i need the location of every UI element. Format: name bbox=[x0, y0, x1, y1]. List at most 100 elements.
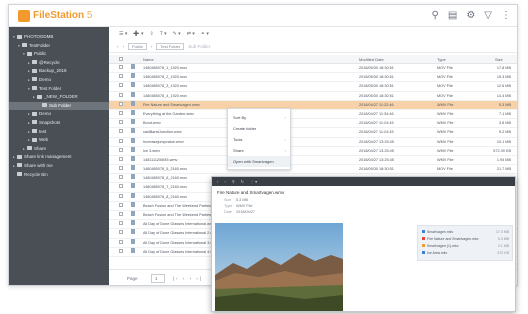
tools-icon[interactable]: T ▾ bbox=[160, 31, 167, 37]
row-checkbox[interactable] bbox=[119, 138, 123, 147]
forward-icon[interactable]: › bbox=[224, 179, 225, 184]
zoom-icon[interactable]: ⚲ bbox=[232, 179, 235, 184]
view-icon[interactable]: ☰ ▾ bbox=[119, 31, 127, 37]
sidebar-item[interactable]: ▸ Snapshots bbox=[9, 119, 109, 128]
sidebar-item[interactable]: ▾ Test Folder bbox=[9, 85, 109, 94]
more-icon[interactable]: ⋮ ▾ bbox=[250, 179, 257, 184]
sidebar-item[interactable]: Sub Folder bbox=[9, 101, 109, 111]
related-file-item[interactable]: Ice Area.mkv 572 KB bbox=[418, 250, 512, 257]
more-icon[interactable]: ⋮ bbox=[501, 10, 511, 22]
row-checkbox[interactable] bbox=[119, 147, 123, 156]
file-size: 7.1 MB bbox=[498, 111, 511, 116]
file-name: Bond.wmv bbox=[143, 121, 161, 126]
back-icon[interactable]: ‹ bbox=[117, 44, 119, 49]
row-checkbox[interactable] bbox=[119, 156, 123, 165]
sidebar-item[interactable]: ▸ Demo bbox=[9, 110, 109, 119]
file-icon bbox=[131, 82, 135, 91]
table-row[interactable]: Increasejumpvalue.wmv 2018/04/27 13:25:45… bbox=[109, 137, 517, 147]
context-menu-item[interactable]: Open with Smartvagen bbox=[228, 156, 290, 167]
column-type[interactable]: Type bbox=[437, 55, 446, 64]
context-menu-item[interactable]: Tools › bbox=[228, 134, 290, 145]
forward-icon[interactable]: › bbox=[123, 44, 125, 49]
row-checkbox[interactable] bbox=[119, 211, 123, 220]
sidebar-item[interactable]: ▸ Backup_2018 bbox=[9, 67, 109, 76]
table-row[interactable]: Ice 3.wmv 2018/04/27 13:25:45 WMV File 572.… bbox=[109, 146, 517, 156]
breadcrumb-home[interactable]: Public bbox=[128, 43, 147, 50]
row-checkbox[interactable] bbox=[119, 64, 123, 73]
row-checkbox[interactable] bbox=[119, 174, 123, 183]
row-checkbox[interactable] bbox=[119, 110, 123, 119]
action-icon[interactable]: ✎ ▾ bbox=[173, 31, 181, 37]
context-menu-item[interactable]: Create folder bbox=[228, 123, 290, 134]
breadcrumb-current[interactable]: Test Folder bbox=[156, 43, 185, 50]
sidebar-item[interactable]: ▸ Share with me bbox=[9, 162, 109, 171]
row-checkbox[interactable] bbox=[119, 220, 123, 229]
row-checkbox[interactable] bbox=[119, 239, 123, 248]
file-icon bbox=[131, 109, 135, 119]
context-menu-label: Open with Smartvagen bbox=[233, 159, 274, 164]
related-file-item[interactable]: Smartvagen.mkv 17.0 MB bbox=[418, 229, 512, 236]
column-modified[interactable]: Modified Date bbox=[359, 55, 384, 64]
table-row[interactable]: 1480485078_2_1920.mov 2018/05/30 18:30:51… bbox=[109, 73, 517, 83]
table-row[interactable]: 1480485078_3_1920.mov 2018/05/30 18:30:51… bbox=[109, 82, 517, 92]
folder-icon bbox=[22, 43, 27, 48]
row-checkbox[interactable] bbox=[119, 202, 123, 211]
related-file-item[interactable]: Fire Nature and Smartvagen.mkv 5.3 MB bbox=[418, 236, 512, 243]
row-checkbox[interactable] bbox=[119, 119, 123, 128]
table-row[interactable]: Fire Nature and Smartvagen.wmv 2018/04/27… bbox=[109, 100, 517, 110]
sidebar-item[interactable]: ▾ PHOTOGDMB bbox=[9, 33, 109, 42]
table-row[interactable]: casiBaratJunction.wmv 2018/04/27 11:24:45… bbox=[109, 128, 517, 138]
new-folder-icon[interactable]: ➕ ▾ bbox=[133, 31, 143, 37]
select-all-checkbox[interactable] bbox=[119, 55, 123, 64]
breadcrumb-extra[interactable]: Sub Folder bbox=[188, 44, 210, 49]
search-icon[interactable]: ⚲ bbox=[432, 10, 439, 22]
table-row[interactable]: 1481111206M3.wmv 2018/04/27 13:25:45 WMV F… bbox=[109, 155, 517, 166]
page-input[interactable] bbox=[151, 274, 165, 283]
context-menu-item[interactable]: Share › bbox=[228, 145, 290, 156]
table-row[interactable]: 1480485078_4_1920.mov 2018/05/30 18:30:51… bbox=[109, 91, 517, 101]
row-checkbox[interactable] bbox=[119, 248, 123, 257]
sidebar-item-label: PHOTOGDMB bbox=[24, 34, 54, 39]
row-checkbox[interactable] bbox=[119, 73, 123, 82]
file-name: 1480485078_6_2160.mov bbox=[143, 176, 188, 181]
sidebar-item[interactable]: ▸ _NEW_FOLDER bbox=[9, 93, 109, 102]
context-menu-item[interactable]: Sort By › bbox=[228, 112, 290, 123]
rotate-icon[interactable]: ↻ bbox=[241, 179, 244, 184]
video-frame-image[interactable] bbox=[215, 223, 343, 311]
column-size[interactable]: Size bbox=[495, 55, 503, 64]
sidebar-item[interactable]: ▾ Public bbox=[9, 50, 109, 59]
settings-icon[interactable]: ⚙ bbox=[466, 10, 475, 22]
row-checkbox[interactable] bbox=[119, 101, 123, 110]
filter-icon[interactable]: ▽ bbox=[484, 10, 492, 22]
back-icon[interactable]: ‹ bbox=[217, 179, 218, 184]
row-checkbox[interactable] bbox=[119, 165, 123, 174]
sidebar-item[interactable]: ▸ test bbox=[9, 128, 109, 137]
page-nav-buttons[interactable]: |‹ ‹ › ›| bbox=[173, 276, 203, 281]
related-file-label: Ice Area.mkv bbox=[427, 251, 448, 255]
related-file-size: 5.3 MB bbox=[497, 237, 509, 241]
row-checkbox[interactable] bbox=[119, 92, 123, 101]
sidebar-item[interactable]: ▾ TestFolder bbox=[9, 42, 109, 51]
queue-icon[interactable]: ▤ bbox=[448, 10, 457, 22]
sidebar-item-label: Sub Folder bbox=[49, 102, 72, 108]
remote-icon[interactable]: ⚭ ▾ bbox=[201, 31, 209, 37]
related-file-item[interactable]: Smartvagen (1).mkv 2.1 MB bbox=[418, 243, 512, 250]
row-checkbox[interactable] bbox=[119, 193, 123, 202]
sidebar-item[interactable]: Recycle Bin bbox=[9, 171, 109, 180]
row-checkbox[interactable] bbox=[119, 183, 123, 192]
table-row[interactable]: 1480485078_5_2160.mov 2018/05/30 18:30:51… bbox=[109, 165, 517, 175]
row-checkbox[interactable] bbox=[119, 229, 123, 238]
table-row[interactable]: 1480485078_1_1920.mov 2018/05/30 18:30:51… bbox=[109, 64, 517, 74]
sidebar-item[interactable]: ▸ @Recycle bbox=[9, 59, 109, 68]
share-icon[interactable]: ⇄ ▾ bbox=[187, 31, 195, 37]
sidebar-item[interactable]: ▸ Share link management bbox=[9, 153, 109, 162]
table-row[interactable]: Everything at the Garden.wmv 2018/04/27 1… bbox=[109, 109, 517, 120]
sidebar-item[interactable]: ▸ Web bbox=[9, 136, 109, 145]
table-row[interactable]: Bond.wmv 2018/04/27 11:24:45 WMV File 3.8 M… bbox=[109, 119, 517, 129]
upload-icon[interactable]: ⇧ bbox=[150, 31, 154, 37]
row-checkbox[interactable] bbox=[119, 128, 123, 137]
column-name[interactable]: Name bbox=[143, 55, 154, 64]
sidebar-item[interactable]: ▸ Share bbox=[9, 145, 109, 154]
sidebar-item[interactable]: ▸ Demo bbox=[9, 76, 109, 85]
row-checkbox[interactable] bbox=[119, 82, 123, 91]
